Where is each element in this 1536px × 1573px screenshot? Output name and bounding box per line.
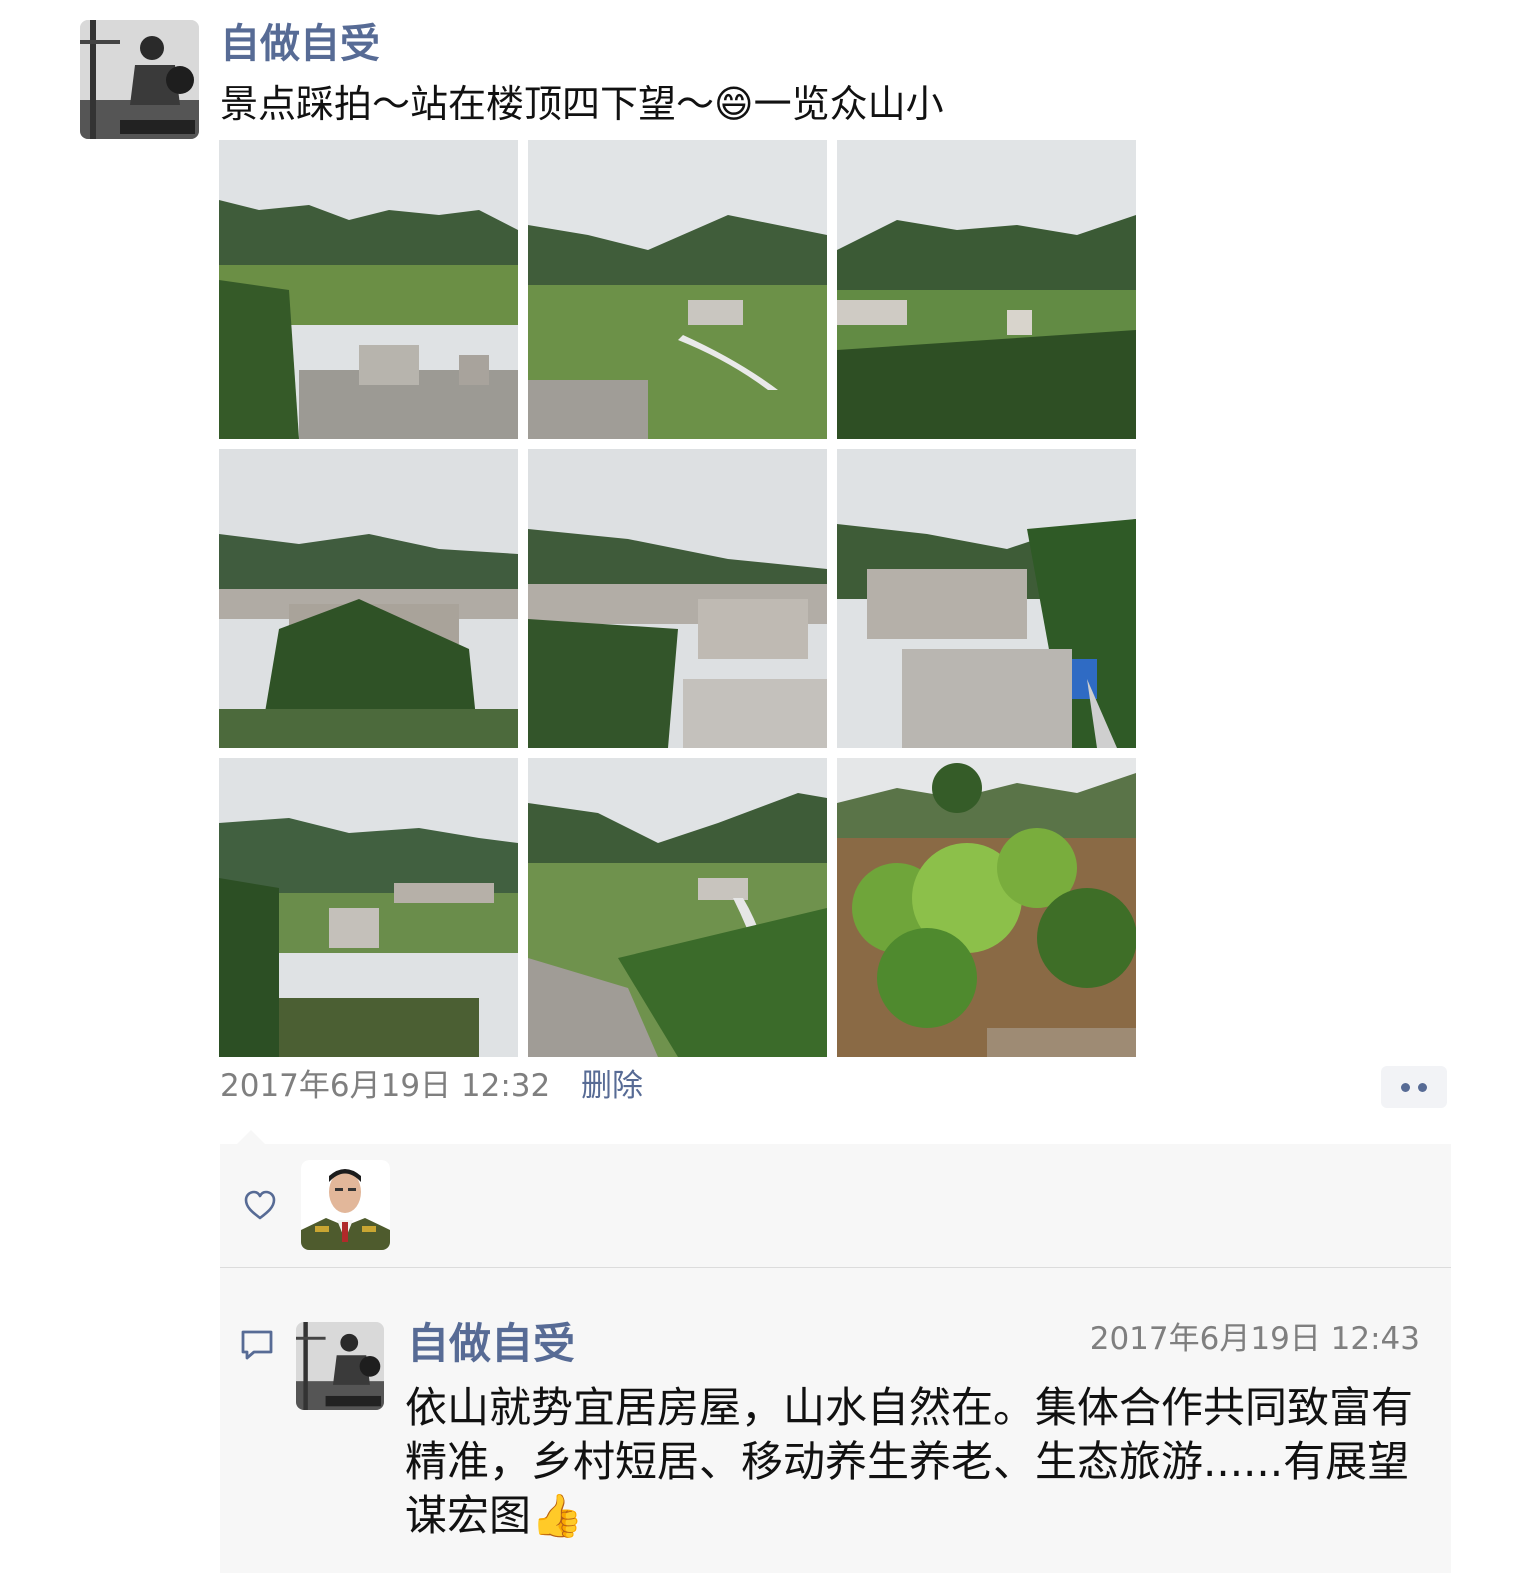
comment-icon (241, 1330, 273, 1360)
photo-6[interactable] (837, 449, 1136, 748)
photo-1[interactable] (219, 140, 518, 439)
comment-timestamp: 2017年6月19日 12:43 (1089, 1321, 1420, 1357)
panel-arrow (237, 1130, 265, 1144)
commenter-avatar[interactable] (296, 1322, 384, 1410)
delete-link[interactable]: 删除 (581, 1064, 643, 1108)
more-dot-icon (1401, 1083, 1410, 1092)
photo-8[interactable] (528, 758, 827, 1057)
photo-2[interactable] (528, 140, 827, 439)
photo-5[interactable] (528, 449, 827, 748)
photo-grid (219, 140, 1137, 1057)
liker-avatar[interactable] (301, 1160, 390, 1250)
heart-icon (244, 1190, 276, 1220)
post-text: 景点踩拍～站在楼顶四下望～😄一览众山小 (220, 82, 944, 126)
comment-author-name[interactable]: 自做自受 (407, 1316, 575, 1372)
photo-9[interactable] (837, 758, 1136, 1057)
comment-text: 依山就势宜居房屋，山水自然在。集体合作共同致富有精准，乡村短居、移动养生养老、生… (405, 1383, 1414, 1540)
author-avatar[interactable] (80, 20, 199, 139)
photo-7[interactable] (219, 758, 518, 1057)
post-timestamp: 2017年6月19日 12:32 (220, 1068, 551, 1104)
more-dot-icon (1418, 1083, 1427, 1092)
photo-3[interactable] (837, 140, 1136, 439)
more-options-button[interactable] (1381, 1066, 1447, 1108)
panel-divider (220, 1267, 1451, 1268)
photo-4[interactable] (219, 449, 518, 748)
post-author-name[interactable]: 自做自受 (220, 18, 380, 70)
